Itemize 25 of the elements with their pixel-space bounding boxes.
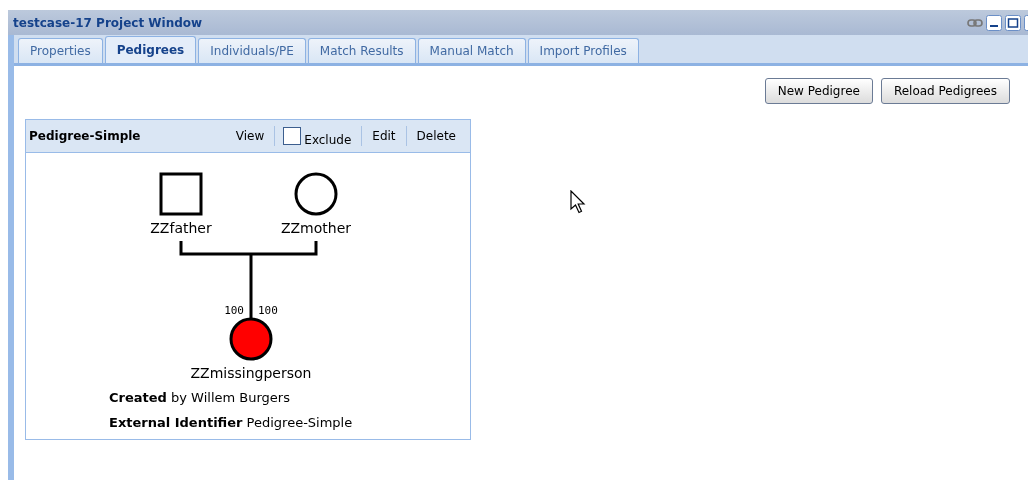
individual-name: ZZmother <box>280 220 352 236</box>
detail-text: Created by Willem Burgers <box>109 389 291 407</box>
tab[interactable]: Pedigrees <box>104 36 197 63</box>
tab[interactable]: Manual Match <box>417 38 526 63</box>
detail-text: External Identifier Pedigree-Simple <box>109 414 354 432</box>
delete-link[interactable]: Delete <box>410 129 462 143</box>
allele-label: 100 <box>258 304 278 317</box>
toolbar-button[interactable]: Reload Pedigrees <box>880 78 1010 104</box>
tab[interactable]: Import Profiles <box>527 38 639 63</box>
minimize-icon[interactable] <box>986 14 1002 31</box>
allele-label: 100 <box>224 304 244 317</box>
maximize-icon[interactable] <box>1005 14 1021 31</box>
view-link[interactable]: View <box>229 129 271 143</box>
exclude-checkbox[interactable] <box>283 127 302 145</box>
tab[interactable]: Match Results <box>307 38 416 63</box>
tab[interactable]: Individuals/PE <box>198 38 306 63</box>
window-title: testcase-17 Project Window <box>13 15 203 30</box>
exclude-label: Exclude <box>303 133 353 147</box>
toolbar-button[interactable]: New Pedigree <box>764 78 873 104</box>
mouse-pointer-icon <box>570 190 586 214</box>
card-title: Pedigree-Simple <box>29 129 142 143</box>
individual-name: ZZfather <box>150 220 212 236</box>
tab[interactable]: Properties <box>18 38 103 63</box>
edit-link[interactable]: Edit <box>366 129 402 143</box>
individual-name: ZZmissingperson <box>190 365 312 381</box>
